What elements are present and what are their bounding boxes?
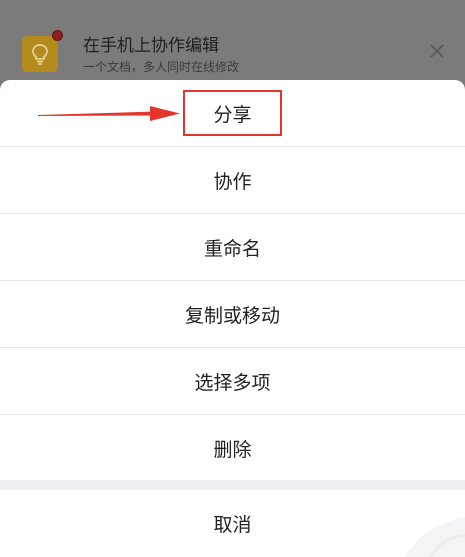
select-multiple-label: 选择多项 xyxy=(194,371,271,394)
delete-label: 删除 xyxy=(213,438,252,461)
copy-or-move-button[interactable]: 复制或移动 xyxy=(0,281,465,347)
notification-subtitle: 一个文档，多人同时在线修改 xyxy=(83,60,240,74)
corner-decoration xyxy=(405,517,465,557)
arrow-right-icon xyxy=(38,106,180,121)
collaborate-label: 协作 xyxy=(213,170,252,193)
select-multiple-button[interactable]: 选择多项 xyxy=(0,348,465,414)
notification-banner[interactable]: 在手机上协作编辑 一个文档，多人同时在线修改 xyxy=(0,0,465,80)
notification-badge xyxy=(52,30,63,41)
notification-title: 在手机上协作编辑 xyxy=(83,36,219,56)
cancel-label: 取消 xyxy=(213,514,252,536)
rename-button[interactable]: 重命名 xyxy=(0,214,465,280)
delete-button[interactable]: 删除 xyxy=(0,415,465,481)
app-icon xyxy=(22,36,58,72)
rename-label: 重命名 xyxy=(203,237,261,260)
share-highlight-box xyxy=(183,90,282,136)
lightbulb-icon xyxy=(32,44,48,65)
close-icon[interactable] xyxy=(426,40,448,62)
action-sheet: 分享 协作 重命名 复制或移动 选择多项 删除 取消 xyxy=(0,80,465,557)
copy-or-move-label: 复制或移动 xyxy=(184,304,280,327)
collaborate-button[interactable]: 协作 xyxy=(0,147,465,213)
